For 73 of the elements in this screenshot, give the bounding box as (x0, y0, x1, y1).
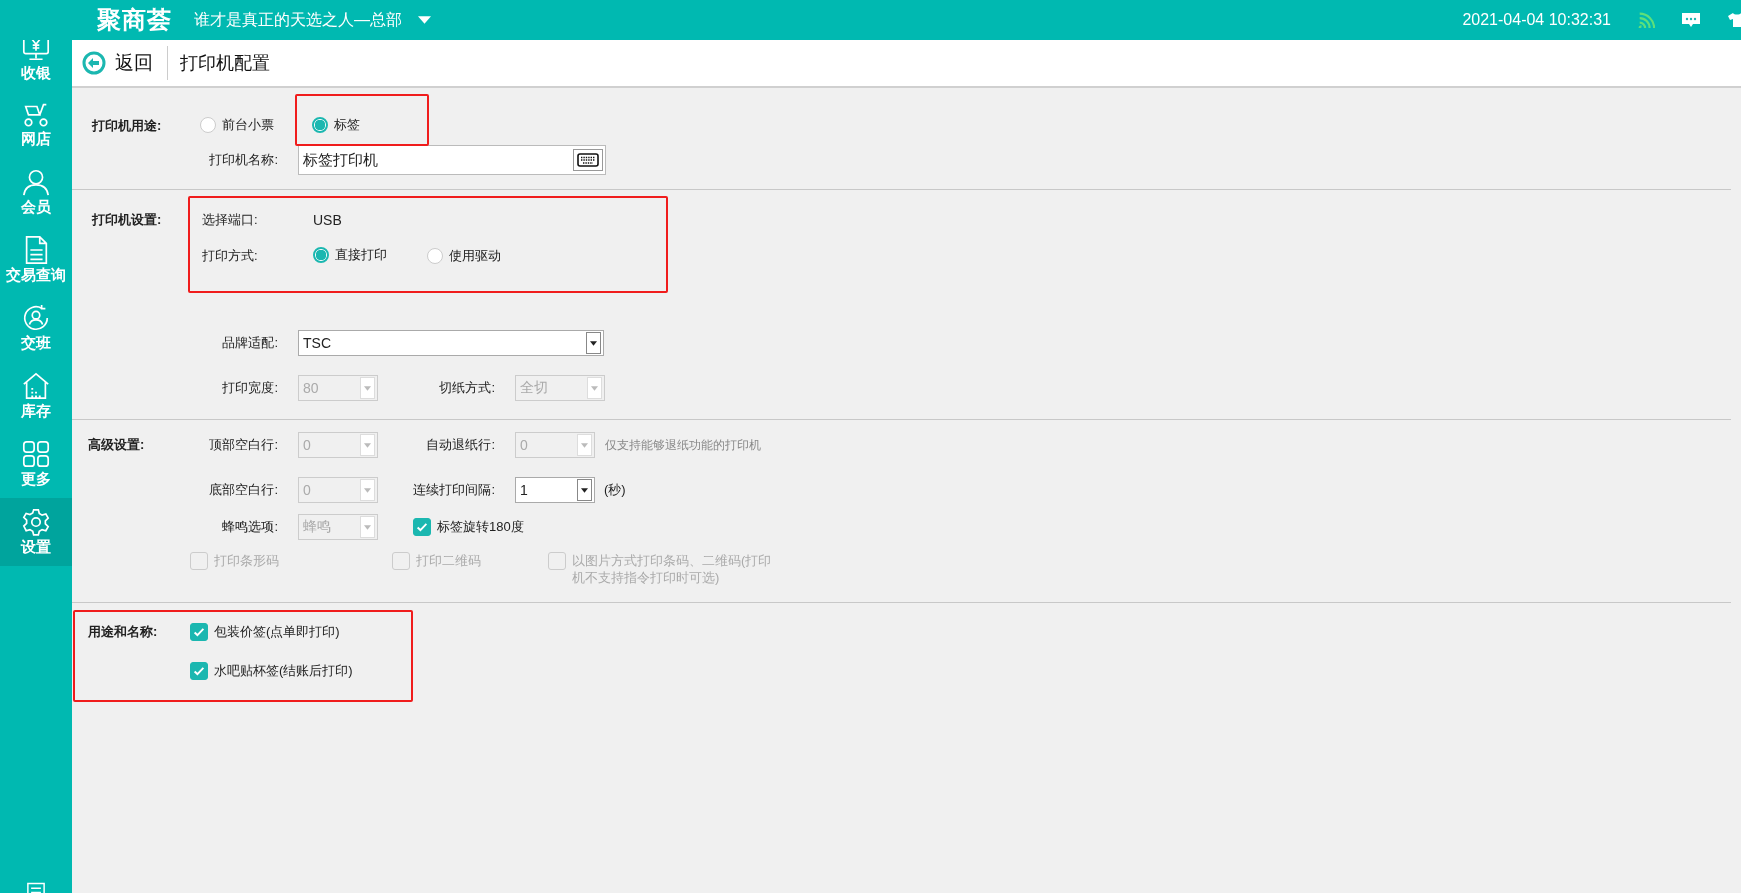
field-label: 自动退纸行: (425, 436, 496, 454)
checkbox[interactable] (413, 517, 431, 536)
sidebar-item[interactable]: 设置 (0, 498, 72, 566)
field-label: 连续打印间隔: (412, 481, 496, 499)
radio-button[interactable] (313, 247, 329, 263)
field-label: 打印机名称: (208, 151, 279, 169)
monitor-icon (21, 40, 51, 63)
shirt-icon[interactable] (1727, 12, 1741, 28)
checkbox-label: 打印条形码 (214, 552, 279, 570)
app-logo: 聚商荟 (97, 5, 172, 35)
caret-icon (364, 442, 371, 448)
chat-icon[interactable] (1681, 12, 1701, 28)
date-time: 2021-04-04 10:32:31 (1462, 11, 1611, 29)
field-label: 蜂鸣选项: (221, 518, 279, 536)
radio-label: 直接打印 (335, 246, 387, 264)
port-value: USB (313, 212, 342, 228)
caret-icon (364, 487, 371, 493)
caret-icon (590, 340, 597, 346)
section-label: 高级设置: (88, 436, 146, 454)
caret-icon (581, 487, 588, 493)
grid-icon (21, 439, 51, 469)
sidebar-item[interactable]: 库存 (0, 362, 72, 430)
section-label: 打印机用途: (92, 117, 163, 135)
field-label: 切纸方式: (438, 379, 496, 397)
sidebar-item[interactable]: 交班 (0, 294, 72, 362)
caret-icon (591, 385, 598, 391)
page-title: 打印机配置 (180, 52, 270, 75)
checkbox-label: 包装价签(点单即打印) (214, 623, 340, 641)
field-label: 打印方式: (201, 247, 259, 265)
store-selector[interactable]: 谁才是真正的天选之人—总部 (194, 9, 431, 31)
sidebar-item[interactable]: 收银 (0, 40, 72, 90)
checkbox-label: 打印二维码 (416, 552, 481, 570)
back-button[interactable]: 返回 (78, 46, 157, 80)
unit-label: (秒) (604, 481, 626, 499)
checkbox[interactable] (190, 662, 208, 680)
house-icon (21, 371, 51, 401)
settings-icon (21, 507, 51, 537)
keyboard-icon (577, 153, 599, 167)
person-cycle-icon (21, 303, 51, 333)
radio-button[interactable] (427, 248, 443, 264)
caret-icon (418, 16, 431, 24)
printer-name-field[interactable]: 标签打印机 (298, 145, 606, 175)
keyboard-button[interactable] (573, 149, 603, 171)
sidebar-item[interactable]: 更多 (0, 430, 72, 498)
dropdown[interactable]: 1 (515, 477, 595, 503)
radio-label: 标签 (334, 116, 360, 134)
caret-icon (364, 385, 371, 391)
radio-label: 前台小票 (222, 116, 274, 134)
field-label: 打印宽度: (221, 379, 279, 397)
caret-icon (581, 442, 588, 448)
checkbox-label: 标签旋转180度 (437, 517, 524, 536)
checkbox-label: 水吧贴杯签(结账后打印) (214, 662, 353, 680)
field-label: 选择端口: (201, 211, 259, 229)
checkbox[interactable] (190, 623, 208, 641)
radio-label: 使用驱动 (449, 247, 501, 265)
field-label: 品牌适配: (221, 334, 279, 352)
field-label: 顶部空白行: (208, 436, 279, 454)
radio-button[interactable] (312, 117, 328, 133)
section-label: 打印机设置: (92, 211, 163, 229)
hint-text: 仅支持能够退纸功能的打印机 (605, 436, 761, 454)
sidebar-item[interactable]: 交易查询 (0, 226, 72, 294)
sidebar-item[interactable]: 网店 (0, 90, 72, 158)
check-icon (192, 625, 206, 639)
person-icon (21, 167, 51, 197)
wifi-icon (1637, 11, 1655, 29)
caret-icon (364, 524, 371, 530)
check-icon (192, 664, 206, 678)
section-label: 用途和名称: (88, 623, 159, 641)
field-label: 底部空白行: (208, 481, 279, 499)
sidebar-item[interactable]: 会员 (0, 158, 72, 226)
checkbox-label: 以图片方式打印条码、二维码(打印机不支持指令打印时可选) (572, 552, 773, 586)
radio-button[interactable] (200, 117, 216, 133)
dropdown[interactable]: TSC (298, 330, 604, 356)
